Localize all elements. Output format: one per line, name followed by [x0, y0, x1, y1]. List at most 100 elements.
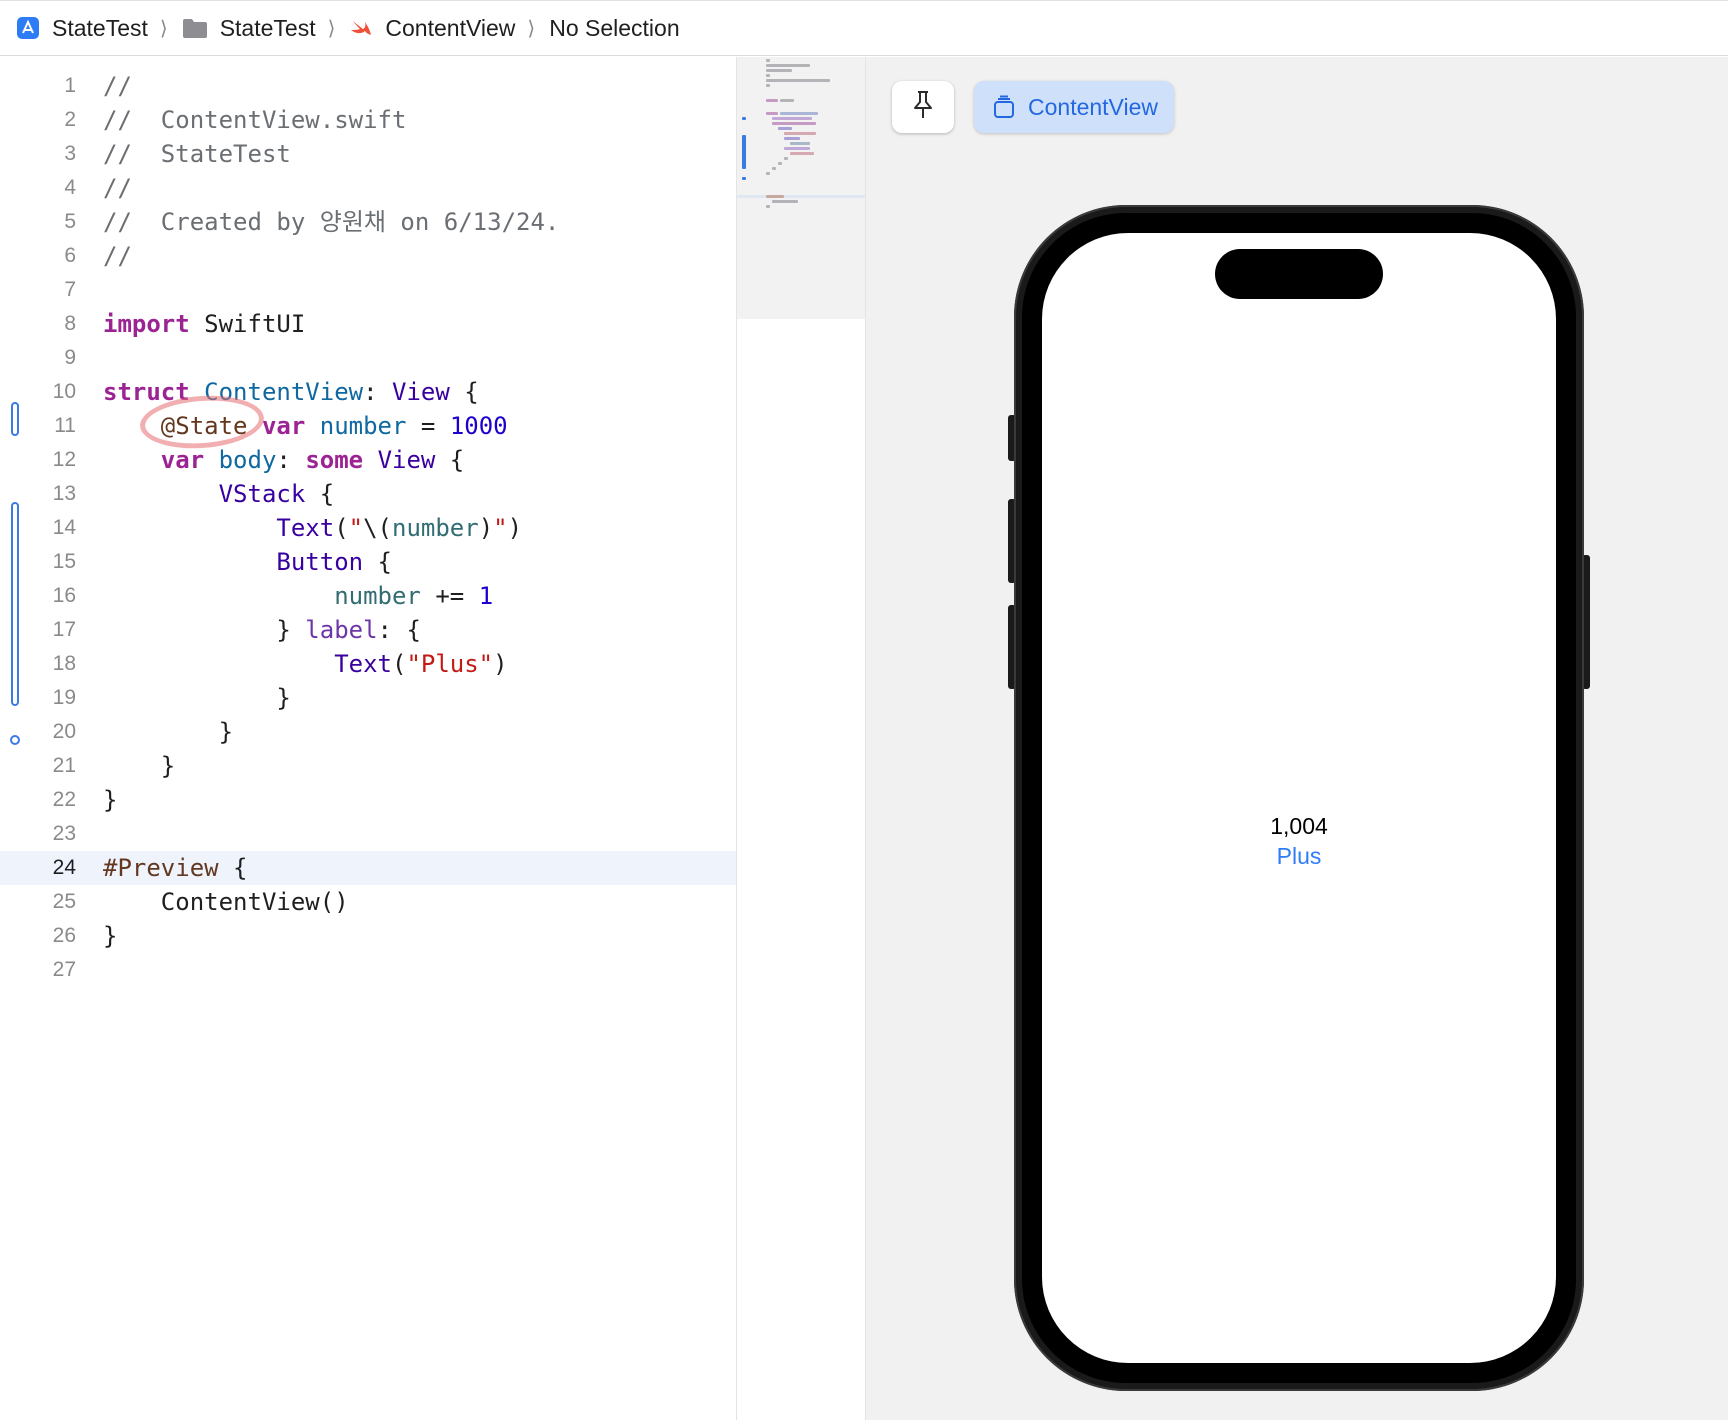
code-text: } — [103, 684, 291, 712]
code-token: { — [435, 446, 465, 474]
minimap-line — [784, 157, 788, 160]
code-line[interactable]: 15 Button { — [0, 545, 736, 579]
code-line[interactable]: 2 // ContentView.swift — [0, 103, 736, 137]
counter-text: 1,004 — [1270, 813, 1328, 839]
line-number: 22 — [52, 788, 76, 811]
code-line[interactable]: 6 // — [0, 239, 736, 273]
line-number: 3 — [64, 142, 76, 165]
code-line[interactable]: 4 // — [0, 171, 736, 205]
minimap-line — [766, 79, 830, 82]
minimap-line — [766, 99, 778, 102]
breadcrumb-separator: ⟩ — [327, 17, 336, 40]
minimap-visible-region[interactable] — [737, 57, 865, 319]
label-token: label — [305, 616, 378, 644]
minimap-line — [780, 99, 794, 102]
minimap-line — [790, 142, 810, 145]
minimap-line — [766, 172, 770, 175]
code-line[interactable]: 18 Text("Plus") — [0, 647, 736, 681]
code-token: ContentView() — [160, 888, 349, 916]
code-line[interactable]: 23 — [0, 817, 736, 851]
code-line[interactable]: 17 } label: { — [0, 613, 736, 647]
code-text: Text("\(number)") — [103, 511, 522, 545]
device-bezel: 1,004 Plus — [1022, 213, 1576, 1383]
code-text: } — [103, 786, 118, 814]
code-token: ) — [478, 514, 494, 542]
code-line[interactable]: 22} — [0, 783, 736, 817]
line-number: 24 — [52, 856, 76, 879]
minimap-change-marker — [742, 177, 746, 180]
code-line[interactable]: 20 } — [0, 715, 736, 749]
code-token: : — [363, 378, 392, 406]
code-line[interactable]: 13 VStack { — [0, 477, 736, 511]
breadcrumb-label: ContentView — [385, 14, 516, 41]
code-line[interactable]: 16 number += 1 — [0, 579, 736, 613]
pin-preview-button[interactable] — [892, 81, 954, 133]
code-line[interactable]: 10 struct ContentView: View { — [0, 375, 736, 409]
minimap-line — [772, 122, 816, 125]
minimap-line — [772, 200, 798, 203]
breadcrumb-item-folder[interactable]: StateTest — [182, 15, 316, 42]
type-token: Text — [276, 514, 335, 542]
property-token: number — [334, 582, 421, 610]
code-line[interactable]: 19 } — [0, 681, 736, 715]
code-line[interactable]: 3 // StateTest — [0, 137, 736, 171]
breadcrumb-item-selection[interactable]: No Selection — [549, 15, 679, 42]
breadcrumb-item-project[interactable]: StateTest — [16, 15, 148, 42]
minimap[interactable] — [736, 57, 866, 1420]
code-text: struct ContentView: View { — [103, 375, 479, 409]
folder-icon — [182, 17, 208, 39]
line-number: 9 — [64, 346, 76, 369]
preview-canvas[interactable]: ContentView 1,004 Plus — [866, 57, 1728, 1420]
code-line[interactable]: 14 Text("\(number)") — [0, 511, 736, 545]
preview-tab-contentview[interactable]: ContentView — [974, 81, 1174, 133]
code-line[interactable]: 12 var body: some View { — [0, 443, 736, 477]
code-line[interactable]: 27 — [0, 953, 736, 987]
minimap-line — [790, 152, 814, 155]
breadcrumb-separator: ⟩ — [159, 17, 168, 40]
declaration-token: number — [305, 412, 407, 440]
code-text: } — [103, 718, 234, 746]
code-token: { — [305, 480, 335, 508]
code-token: : { — [377, 616, 421, 644]
code-line[interactable]: 9 — [0, 341, 736, 375]
code-token: = — [406, 412, 450, 440]
pin-icon — [910, 90, 936, 125]
string-token: " — [348, 514, 364, 542]
breadcrumb-label: StateTest — [219, 14, 316, 41]
plus-button[interactable]: Plus — [1042, 843, 1556, 870]
minimap-change-marker — [742, 117, 746, 120]
type-token: Text — [334, 650, 392, 678]
code-line[interactable]: 21 } — [0, 749, 736, 783]
minimap-current-line — [737, 195, 865, 198]
minimap-line — [766, 205, 770, 208]
device-screen[interactable]: 1,004 Plus — [1042, 233, 1556, 1363]
minimap-line — [778, 162, 782, 165]
code-line-current[interactable]: 24 #Preview { — [0, 851, 736, 885]
code-token: { — [363, 548, 392, 576]
code-line[interactable]: 1 // — [0, 69, 736, 103]
code-token: { — [449, 378, 479, 406]
code-text: // StateTest — [103, 140, 291, 168]
minimap-line — [772, 117, 812, 120]
change-indicator[interactable] — [11, 502, 19, 706]
minimap-line — [766, 74, 770, 77]
code-line[interactable]: 11 @State var number = 1000 — [0, 409, 736, 443]
code-line[interactable]: 25 ContentView() — [0, 885, 736, 919]
line-number: 2 — [64, 108, 76, 131]
number-token: 1000 — [449, 412, 508, 440]
line-number: 1 — [64, 74, 76, 97]
change-indicator[interactable] — [11, 402, 19, 436]
code-line[interactable]: 5 // Created by 양원채 on 6/13/24. — [0, 205, 736, 239]
breadcrumb-item-file[interactable]: ContentView — [349, 15, 515, 42]
code-editor[interactable]: 1// 2// ContentView.swift 3// StateTest … — [0, 57, 736, 1420]
code-text: var body: some View { — [103, 443, 464, 477]
code-line[interactable]: 8 import SwiftUI — [0, 307, 736, 341]
number-token: 1 — [478, 582, 494, 610]
code-line[interactable]: 26} — [0, 919, 736, 953]
code-line[interactable]: 7 — [0, 273, 736, 307]
minimap-line — [784, 147, 810, 150]
change-indicator-dot[interactable] — [10, 735, 20, 745]
